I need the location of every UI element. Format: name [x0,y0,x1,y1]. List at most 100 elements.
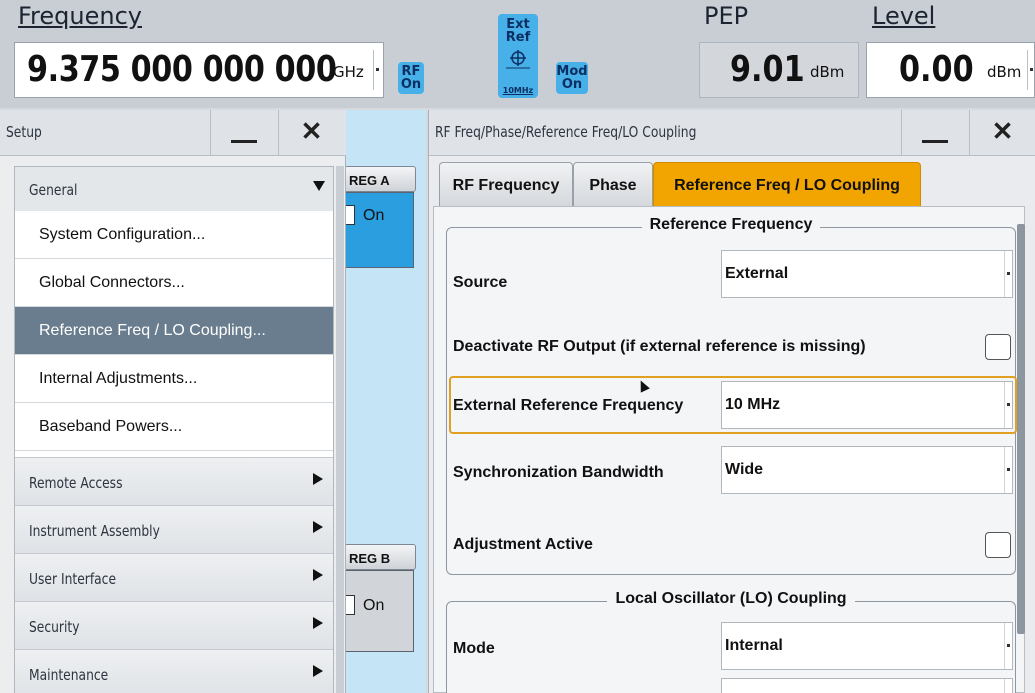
tab-reference-freq-lo-coupling[interactable]: Reference Freq / LO Coupling [653,162,921,206]
tab-label: RF Frequency [452,177,560,194]
ext-ref-sub: 10MHz [502,86,534,95]
reg-a-block[interactable]: REG A [344,166,416,192]
setup-titlebar: Setup ✕ [0,110,346,156]
frequency-unit-dropdown[interactable] [373,50,381,90]
category-general[interactable]: General [15,167,333,211]
level-value: 0.00 [899,49,974,90]
dialog-close-button[interactable]: ✕ [969,110,1035,156]
dialog-title: RF Freq/Phase/Reference Freq/LO Coupling [435,123,697,141]
reference-clock-icon [506,50,530,69]
menu-item-label: Internal Adjustments... [39,370,198,387]
mode-select[interactable]: Internal [721,622,1013,670]
pep-display: 9.01 dBm [699,42,859,98]
mode-value: Internal [725,637,783,654]
setup-close-button[interactable]: ✕ [278,110,344,156]
tab-label: Reference Freq / LO Coupling [674,177,900,194]
level-unit-dropdown[interactable] [1027,50,1035,90]
level-field[interactable]: 0.00 dBm [866,42,1035,98]
external-reference-frequency-label: External Reference Frequency [453,397,684,414]
reg-a-checkbox[interactable] [345,205,355,225]
tab-phase[interactable]: Phase [573,162,653,206]
expand-triangle-icon [313,521,323,533]
dialog-content: Reference Frequency Source External Deac… [433,206,1025,693]
status-bar: Frequency 9.375 000 000 000 GHz RF On Ex… [0,0,1035,108]
mod-chip-line2: On [561,77,583,92]
menu-item-label: Global Connectors... [39,274,185,291]
menu-item-system-configuration[interactable]: System Configuration... [15,211,333,259]
menu-item-reference-freq-lo-coupling[interactable]: Reference Freq / LO Coupling... [15,307,333,355]
menu-item-label: Baseband Powers... [39,418,183,435]
category-label: User Interface [29,570,117,588]
expand-triangle-icon [313,473,323,485]
dropdown-icon [1004,623,1012,669]
deactivate-rf-output-label: Deactivate RF Output (if external refere… [453,338,866,355]
reg-b-on-block[interactable]: On [344,570,414,652]
category-general-label: General [29,181,78,199]
setup-panel: Setup ✕ General System Configuration... … [0,110,346,693]
frequency-label[interactable]: Frequency [18,2,142,30]
mod-on-chip[interactable]: Mod On [556,62,588,94]
setup-minimize-button[interactable] [210,110,276,156]
reference-frequency-heading: Reference Frequency [447,216,1015,234]
menu-item-global-connectors[interactable]: Global Connectors... [15,259,333,307]
synchronization-bandwidth-value: Wide [725,461,764,478]
minimize-icon [922,140,948,143]
dialog-minimize-button[interactable] [901,110,967,156]
category-label: Instrument Assembly [29,522,160,540]
dropdown-icon [1004,251,1012,297]
category-maintenance[interactable]: Maintenance [15,649,333,693]
frequency-field[interactable]: 9.375 000 000 000 GHz [14,42,384,98]
reg-b-checkbox[interactable] [345,595,355,615]
rf-on-chip[interactable]: RF On [398,62,424,94]
menu-item-label: System Configuration... [39,226,206,243]
expand-triangle-icon [313,569,323,581]
menu-item-internal-adjustments[interactable]: Internal Adjustments... [15,355,333,403]
reg-a-on-label: On [363,207,385,224]
category-security[interactable]: Security [15,601,333,649]
external-reference-frequency-select[interactable]: 10 MHz [721,381,1013,429]
setup-scrollbar[interactable] [336,166,344,693]
reg-b-label: REG B [349,551,391,566]
lo-coupling-group: Local Oscillator (LO) Coupling Mode Inte… [446,590,1016,693]
setup-menu: General System Configuration... Global C… [14,166,334,693]
category-label: Maintenance [29,666,109,684]
level-label[interactable]: Level [872,2,935,30]
adjustment-active-label: Adjustment Active [453,536,593,553]
dropdown-icon [1004,447,1012,493]
dialog-tabs: RF Frequency Phase Reference Freq / LO C… [429,156,1035,206]
frequency-value: 9.375 000 000 000 [27,49,337,90]
tab-rf-frequency[interactable]: RF Frequency [439,162,573,206]
source-label: Source [453,274,508,291]
ext-ref-line2: Ref [505,30,531,45]
category-instrument-assembly[interactable]: Instrument Assembly [15,505,333,553]
level-unit: dBm [987,63,1022,81]
menu-item-baseband-powers[interactable]: Baseband Powers... [15,403,333,451]
tab-label: Phase [589,177,637,194]
dialog-scrollbar[interactable] [1017,224,1025,634]
mode-label: Mode [453,640,495,657]
category-user-interface[interactable]: User Interface [15,553,333,601]
minimize-icon [231,140,257,143]
frequency-unit: GHz [333,63,364,81]
pep-label: PEP [704,2,749,30]
reference-frequency-group: Reference Frequency Source External Deac… [446,216,1017,575]
category-remote-access[interactable]: Remote Access [15,457,333,505]
synchronization-bandwidth-select[interactable]: Wide [721,446,1013,494]
ext-ref-chip[interactable]: Ext Ref 10MHz [498,14,538,98]
rf-chip-line2: On [400,77,422,92]
external-reference-frequency-value: 10 MHz [725,396,781,413]
close-icon: ✕ [300,116,323,146]
reg-a-on-block[interactable]: On [344,192,414,268]
lo-coupling-second-select[interactable] [721,678,1013,693]
close-icon: ✕ [991,116,1014,146]
source-value: External [725,265,789,282]
adjustment-active-checkbox[interactable] [985,532,1011,558]
category-label: Remote Access [29,474,123,492]
expand-triangle-icon [313,665,323,677]
menu-item-label: Reference Freq / LO Coupling... [39,322,266,339]
deactivate-rf-output-checkbox[interactable] [985,334,1011,360]
source-select[interactable]: External [721,250,1013,298]
reg-b-block[interactable]: REG B [344,544,416,570]
collapse-triangle-icon [313,181,325,191]
pep-unit: dBm [810,63,845,81]
